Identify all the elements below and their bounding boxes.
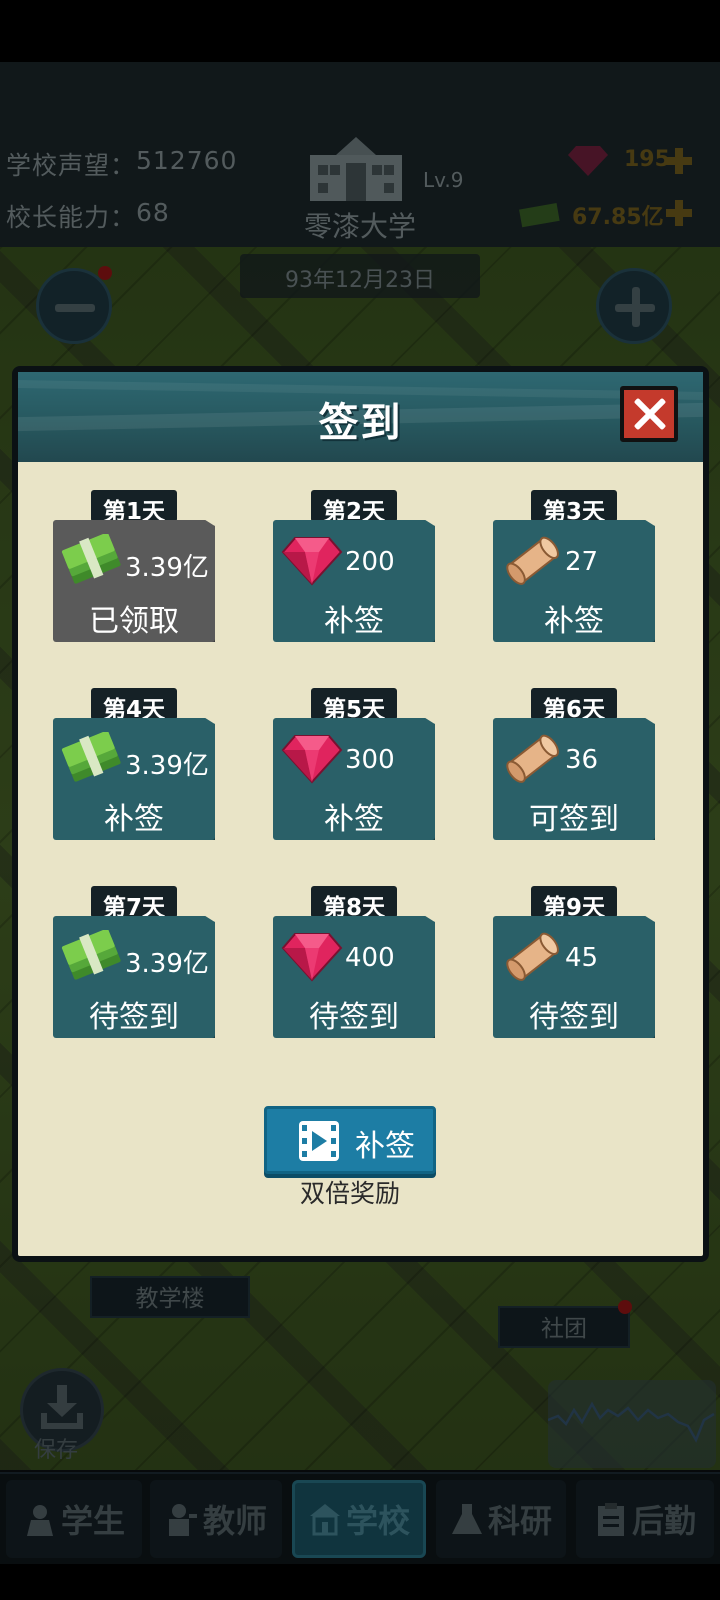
money-stack-icon <box>61 730 123 784</box>
video-icon <box>299 1121 339 1161</box>
reward-panel: 3.39亿已领取 <box>53 520 215 642</box>
day-tag: 第8天 <box>311 886 397 921</box>
reward-amount: 45 <box>565 943 599 973</box>
sign-in-status: 待签到 <box>309 1000 399 1035</box>
reward-amount: 200 <box>345 547 395 577</box>
gem-icon <box>281 534 343 586</box>
dialog-title: 签到 <box>318 400 403 446</box>
sign-in-status: 已领取 <box>89 604 179 639</box>
money-stack-icon <box>61 928 123 982</box>
reward-amount: 3.39亿 <box>125 949 209 979</box>
day-card[interactable]: 第7天 3.39亿 待签到 <box>53 886 215 1038</box>
reward-panel: 200 补签 <box>273 520 435 642</box>
reward-amount: 36 <box>565 745 599 775</box>
gem-icon <box>281 732 343 784</box>
sign-in-status: 补签 <box>324 604 384 639</box>
day-card[interactable]: 第5天 300 补签 <box>273 688 435 840</box>
close-button[interactable] <box>620 386 678 442</box>
reward-amount: 300 <box>345 745 395 775</box>
day-card[interactable]: 第8天 400 待签到 <box>273 886 435 1038</box>
reward-amount: 27 <box>565 547 599 577</box>
sign-in-status: 补签 <box>104 802 164 837</box>
reward-panel: 45 待签到 <box>493 916 655 1038</box>
sign-in-status: 补签 <box>324 802 384 837</box>
sign-in-status: 待签到 <box>529 1000 619 1035</box>
money-stack-icon <box>61 532 123 586</box>
gem-icon <box>281 930 343 982</box>
reward-amount: 3.39亿 <box>125 553 209 583</box>
reward-amount: 3.39亿 <box>125 751 209 781</box>
day-tag: 第7天 <box>91 886 177 921</box>
makeup-sign-in-label: 补签 <box>355 1129 415 1164</box>
day-tag: 第5天 <box>311 688 397 723</box>
status-bar <box>0 0 720 62</box>
dialog-header: 签到 <box>18 372 703 462</box>
scroll-icon <box>501 930 563 982</box>
reward-panel: 3.39亿补签 <box>53 718 215 840</box>
sign-in-status: 待签到 <box>89 1000 179 1035</box>
reward-panel: 3.39亿待签到 <box>53 916 215 1038</box>
day-card[interactable]: 第1天 3.39亿 已领取 <box>53 490 215 642</box>
day-card[interactable]: 第3天 27 补签 <box>493 490 655 642</box>
reward-panel: 27 补签 <box>493 520 655 642</box>
day-card[interactable]: 第4天 3.39亿 补签 <box>53 688 215 840</box>
reward-panel: 400 待签到 <box>273 916 435 1038</box>
day-tag: 第3天 <box>531 490 617 525</box>
day-card[interactable]: 第2天 200 补签 <box>273 490 435 642</box>
day-card[interactable]: 第6天 36 可签到 <box>493 688 655 840</box>
double-reward-label: 双倍奖励 <box>299 1179 400 1208</box>
sign-in-status: 补签 <box>544 604 604 639</box>
makeup-sign-in-button[interactable]: 补签 <box>264 1106 436 1174</box>
reward-panel: 36 可签到 <box>493 718 655 840</box>
day-tag: 第6天 <box>531 688 617 723</box>
day-tag: 第1天 <box>91 490 177 525</box>
scroll-icon <box>501 534 563 586</box>
day-card[interactable]: 第9天 45 待签到 <box>493 886 655 1038</box>
day-tag: 第2天 <box>311 490 397 525</box>
day-tag: 第4天 <box>91 688 177 723</box>
scroll-icon <box>501 732 563 784</box>
day-tag: 第9天 <box>531 886 617 921</box>
sign-in-status: 可签到 <box>529 802 619 837</box>
reward-panel: 300 补签 <box>273 718 435 840</box>
reward-amount: 400 <box>345 943 395 973</box>
